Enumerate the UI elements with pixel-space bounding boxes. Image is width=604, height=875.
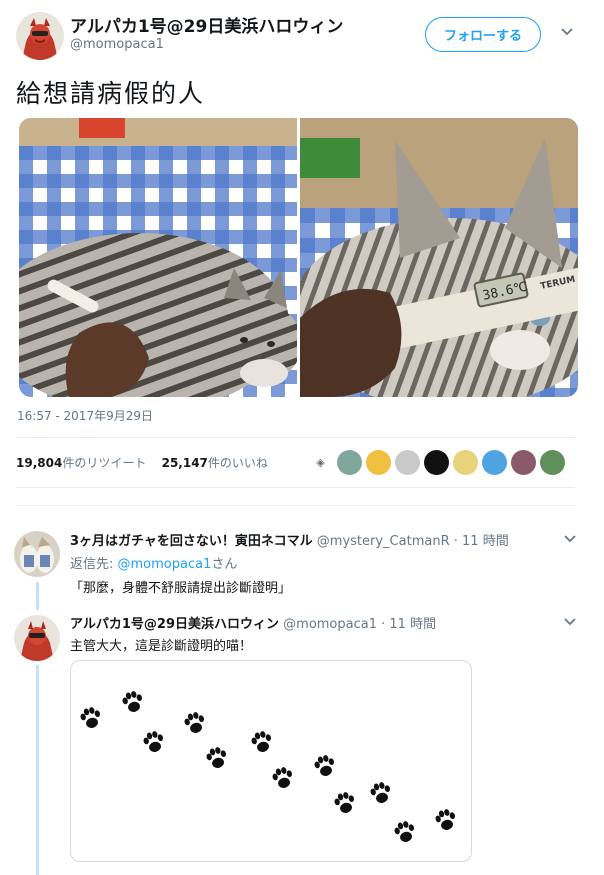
divider [16,487,575,488]
like-label[interactable]: 件のいいね [208,456,268,470]
retweet-label[interactable]: 件のリツイート [62,456,146,470]
replying-suffix: さん [211,557,238,572]
paw-print-icon [368,780,394,806]
paw-print-icon [433,807,459,833]
like-count[interactable]: 25,147 [162,456,208,470]
reply-text: 主管大大，這是診斷證明的喵！ [70,639,253,654]
author-avatar[interactable] [16,12,64,60]
paw-print-icon [249,729,275,755]
paw-print-icon [270,765,296,791]
reply-header: アルパカ1号@29日美浜ハロウィン @momopaca1 · 11 時間 [70,613,436,632]
liker-avatar[interactable] [366,450,391,475]
divider [16,437,575,438]
liker-avatar[interactable] [482,450,507,475]
liker-avatar[interactable] [424,450,449,475]
divider [16,505,575,506]
author-handle[interactable]: @momopaca1 [70,37,164,52]
liker-avatar[interactable] [337,450,362,475]
reply-author-name[interactable]: 3ヶ月はガチャを回さない！寅田ネコマル [70,534,313,549]
tweet-timestamp[interactable]: 16:57 - 2017年9月29日 [17,407,153,424]
tweet-photos: 38.6℃ TERUM [19,118,578,397]
replying-prefix: 返信先: [70,557,118,572]
reply-text: 「那麼，身體不舒服請提出診斷證明」 [70,581,292,596]
replying-to: 返信先: @momopaca1さん [70,553,237,572]
tweet-stats: 19,804件のリツイート 25,147件のいいね [16,454,268,471]
thread-line [36,582,39,610]
paw-print-icon [392,819,418,845]
liker-avatar[interactable] [395,450,420,475]
follow-button[interactable]: フォローする [425,17,541,52]
liker-avatar[interactable] [511,450,536,475]
paw-print-icon [78,705,104,731]
author-name[interactable]: アルパカ1号@29日美浜ハロウィン [70,12,343,37]
reply-header: 3ヶ月はガチャを回さない！寅田ネコマル @mystery_CatmanR · 1… [70,530,509,549]
reply-author-name[interactable]: アルパカ1号@29日美浜ハロウィン [70,617,279,632]
retweet-count[interactable]: 19,804 [16,456,62,470]
chevron-down-icon[interactable] [563,533,577,548]
liker-avatar[interactable] [540,450,565,475]
replying-handle-link[interactable]: @momopaca1 [118,557,212,572]
cat-photo-right[interactable]: 38.6℃ TERUM [300,118,578,397]
reply-author-handle[interactable]: @momopaca1 [283,617,377,632]
reply-dot: · [449,534,463,549]
chevron-down-icon[interactable] [563,616,577,631]
paw-print-icon [204,745,230,771]
chevron-down-icon[interactable] [560,26,574,41]
likers-avatars: ◈ [308,450,565,475]
reply-avatar[interactable] [14,615,60,661]
reply-time[interactable]: 11 時間 [462,534,509,549]
thread-line [36,665,39,875]
paw-print-icon [182,710,208,736]
tweet-text: 給想請病假的人 [16,79,206,108]
paw-print-icon [120,689,146,715]
reply-author-handle[interactable]: @mystery_CatmanR [317,534,450,549]
paw-print-image[interactable] [70,660,472,862]
cat-photo-left[interactable] [19,118,297,397]
paw-print-icon [332,790,358,816]
liker-avatar[interactable] [453,450,478,475]
reply-avatar[interactable] [14,531,60,577]
reply-time[interactable]: 11 時間 [389,617,436,632]
liker-avatar[interactable]: ◈ [308,450,333,475]
reply-dot: · [377,617,390,632]
paw-print-icon [141,729,167,755]
paw-print-icon [312,753,338,779]
